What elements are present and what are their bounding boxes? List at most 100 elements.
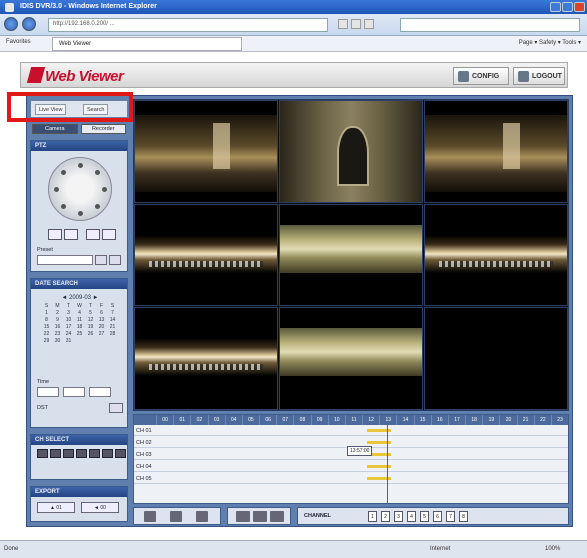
calendar-day[interactable]: 5 [85,310,96,317]
ptz-up-icon[interactable] [78,163,83,168]
channel-button-3[interactable]: 3 [394,511,403,522]
ptz-downright-icon[interactable] [95,204,100,209]
layout-btn-2[interactable] [50,449,61,458]
video-tile-3[interactable] [424,100,568,203]
calendar-day[interactable]: 21 [107,324,118,331]
preset-set-button[interactable] [109,255,121,265]
calendar-day[interactable]: 19 [85,324,96,331]
video-tile-7[interactable] [134,307,278,410]
time-hour[interactable] [37,387,59,397]
calendar-day[interactable]: 24 [63,331,74,338]
time-minute[interactable] [63,387,85,397]
channel-button-8[interactable]: 8 [459,511,468,522]
stop-icon[interactable] [364,19,374,29]
record-icon[interactable] [170,511,182,522]
timeline-row[interactable]: CH 05 [134,474,568,484]
video-tile-5[interactable] [279,203,423,307]
calendar-day[interactable]: 12 [85,317,96,324]
layout-nine-icon[interactable] [270,511,284,522]
calendar-day[interactable]: 23 [52,331,63,338]
focus-near-icon[interactable] [86,229,100,240]
timeline-row[interactable]: CH 01 [134,426,568,436]
refresh-icon[interactable] [351,19,361,29]
favorites-button[interactable]: Favorites [6,39,31,45]
video-tile-2[interactable] [279,100,423,203]
calendar-day[interactable]: 27 [96,331,107,338]
calendar-day[interactable]: 10 [63,317,74,324]
config-button[interactable]: CONFIG [453,67,509,85]
layout-btn-4[interactable] [76,449,87,458]
ptz-downleft-icon[interactable] [61,204,66,209]
calendar-day[interactable]: 31 [63,338,74,345]
tab-camera[interactable]: Camera [32,124,78,134]
calendar-day[interactable]: 7 [107,310,118,317]
calendar-day[interactable]: 16 [52,324,63,331]
back-button[interactable] [4,17,18,31]
calendar-day[interactable]: 26 [85,331,96,338]
ptz-left-icon[interactable] [54,187,59,192]
compat-icon[interactable] [338,19,348,29]
command-bar[interactable]: Page ▾ Safety ▾ Tools ▾ [519,39,581,46]
layout-quad-icon[interactable] [253,511,267,522]
browser-tab[interactable]: Web Viewer [52,37,242,51]
channel-button-7[interactable]: 7 [446,511,455,522]
forward-button[interactable] [22,17,36,31]
calendar-day[interactable]: 1 [41,310,52,317]
close-button[interactable] [574,2,585,12]
layout-btn-7[interactable] [115,449,126,458]
channel-button-5[interactable]: 5 [420,511,429,522]
timeline-cursor[interactable] [387,425,388,503]
zoom-in-icon[interactable] [48,229,62,240]
ptz-direction-wheel[interactable] [48,157,112,221]
zoom-out-icon[interactable] [64,229,78,240]
logout-button[interactable]: LOGOUT [513,67,565,85]
calendar-day[interactable]: 4 [74,310,85,317]
ptz-down-icon[interactable] [78,211,83,216]
timeline-row[interactable]: CH 04 [134,462,568,472]
maximize-button[interactable] [562,2,573,12]
ptz-right-icon[interactable] [102,187,107,192]
snapshot-icon[interactable] [144,511,156,522]
calendar-day[interactable]: 13 [96,317,107,324]
timeline[interactable]: 00 01 02 03 04 05 06 07 08 09 10 11 12 13 14 15 16 17 18 19… [133,414,569,504]
channel-button-1[interactable]: 1 [368,511,377,522]
address-field[interactable]: http://192.168.0.200/ ... [48,18,328,32]
calendar-day[interactable]: 17 [63,324,74,331]
preset-select[interactable] [37,255,93,265]
minimize-button[interactable] [550,2,561,12]
export-btn-1[interactable]: ▲ 01 [37,502,75,513]
video-tile-1[interactable] [134,100,278,203]
layout-btn-1[interactable] [37,449,48,458]
time-second[interactable] [89,387,111,397]
video-tile-4[interactable] [134,203,278,307]
channel-button-4[interactable]: 4 [407,511,416,522]
video-tile-8[interactable] [279,307,423,410]
dst-checkbox[interactable]: DST [37,405,48,411]
search-input[interactable] [400,18,580,32]
zoom-level[interactable]: 100% [545,546,560,552]
calendar-day[interactable]: 20 [96,324,107,331]
video-tile-9[interactable] [424,307,568,410]
layout-btn-5[interactable] [89,449,100,458]
calendar-day[interactable]: 6 [96,310,107,317]
focus-far-icon[interactable] [102,229,116,240]
channel-button-6[interactable]: 6 [433,511,442,522]
calendar-day[interactable]: 25 [74,331,85,338]
layout-btn-3[interactable] [63,449,74,458]
calendar-day[interactable]: 9 [52,317,63,324]
calendar-title[interactable]: ◄ 2009-03 ► [41,295,119,301]
calendar-day[interactable]: 2 [52,310,63,317]
calendar-day[interactable]: 18 [74,324,85,331]
ptz-upright-icon[interactable] [95,170,100,175]
calendar-day[interactable]: 30 [52,338,63,345]
calendar-day[interactable]: 22 [41,331,52,338]
calendar-day[interactable]: 28 [107,331,118,338]
date-go-button[interactable] [109,403,123,413]
calendar-day[interactable]: 14 [107,317,118,324]
calendar-day[interactable]: 29 [41,338,52,345]
calendar-day[interactable]: 8 [41,317,52,324]
layout-single-icon[interactable] [236,511,250,522]
export-btn-2[interactable]: ◄ 00 [81,502,119,513]
ptz-upleft-icon[interactable] [61,170,66,175]
tab-recorder[interactable]: Recorder [80,124,126,134]
